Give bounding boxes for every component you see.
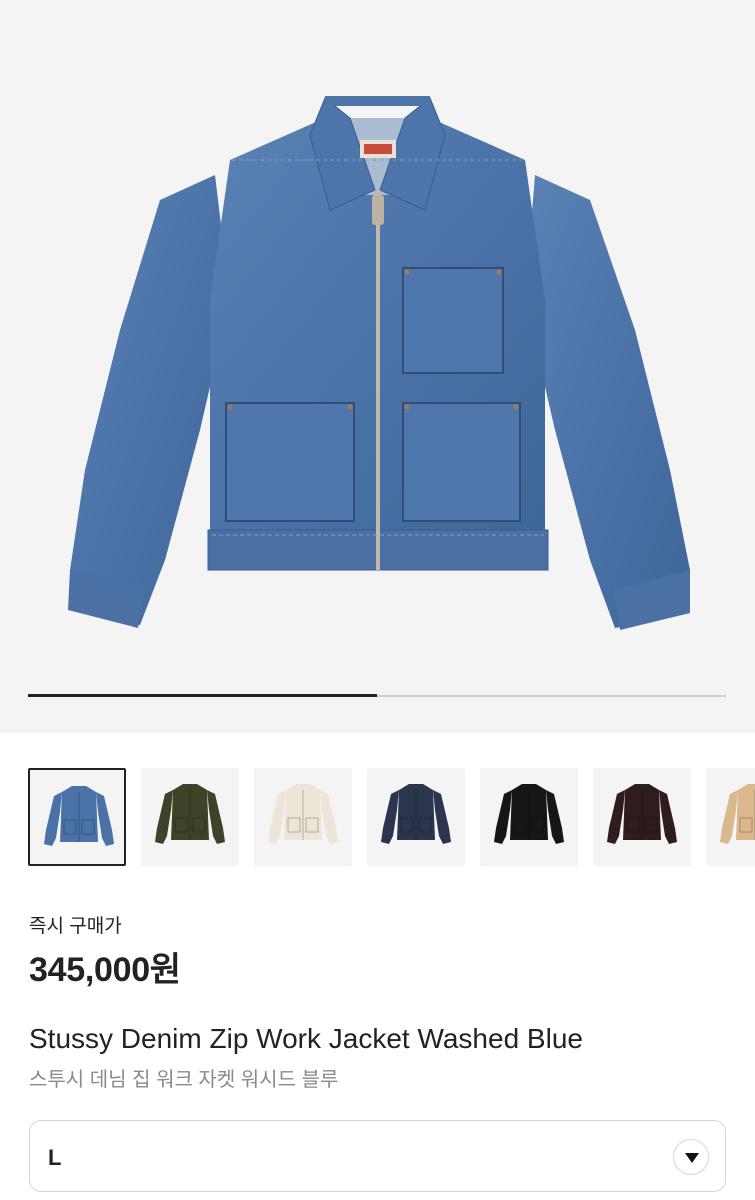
color-thumbnail[interactable] xyxy=(706,768,755,866)
denim-jacket-image xyxy=(68,96,690,630)
color-thumbnail[interactable] xyxy=(367,768,465,866)
slide-progress-fill xyxy=(28,694,377,697)
product-title-en: Stussy Denim Zip Work Jacket Washed Blue xyxy=(29,1023,583,1054)
jacket-thumbnail-icon xyxy=(381,784,451,844)
size-dropdown-button[interactable] xyxy=(673,1139,709,1175)
instant-buy-label: 즉시 구매가 xyxy=(29,916,122,937)
product-title-ko: 스투시 데님 집 워크 자켓 워시드 블루 xyxy=(29,1069,339,1091)
jacket-thumbnail-icon xyxy=(494,784,564,844)
color-thumbnail[interactable] xyxy=(480,768,578,866)
product-image-area[interactable] xyxy=(0,0,755,733)
jacket-thumbnail-icon xyxy=(44,786,114,846)
size-select-value: L xyxy=(48,1145,62,1170)
jacket-thumbnail-icon xyxy=(268,784,338,844)
size-select[interactable]: L xyxy=(29,1120,726,1192)
slide-progress-bar xyxy=(28,694,726,697)
jacket-thumbnail-icon xyxy=(720,784,755,844)
jacket-thumbnail-icon xyxy=(155,784,225,844)
instant-buy-price: 345,000원 xyxy=(29,951,181,989)
chevron-down-icon xyxy=(685,1153,699,1163)
color-thumbnail[interactable] xyxy=(593,768,691,866)
color-thumbnail[interactable] xyxy=(28,768,126,866)
color-thumbnail[interactable] xyxy=(141,768,239,866)
color-thumbnail-strip[interactable] xyxy=(28,768,755,866)
jacket-thumbnail-icon xyxy=(607,784,677,844)
color-thumbnail[interactable] xyxy=(254,768,352,866)
